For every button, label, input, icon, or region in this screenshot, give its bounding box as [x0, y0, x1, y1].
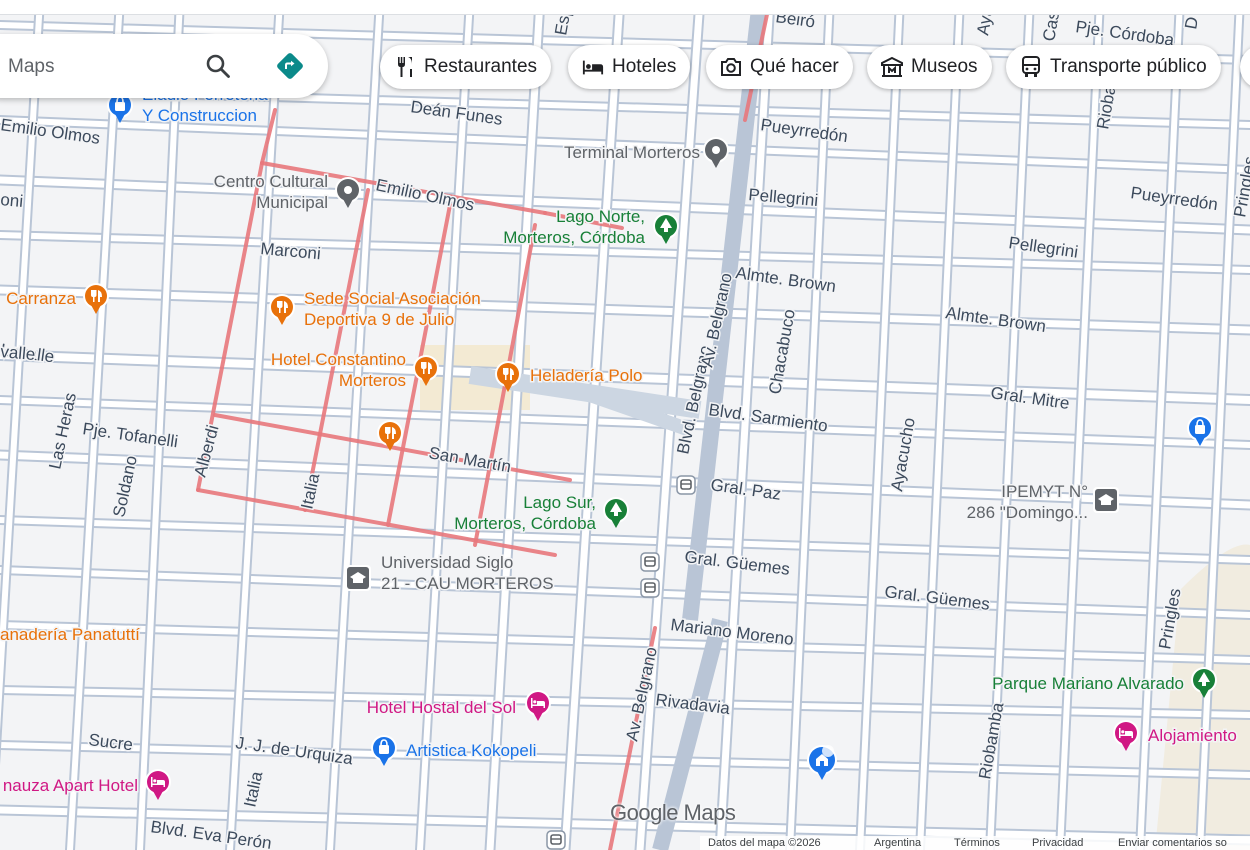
street-label: valle — [0, 342, 36, 364]
chip-transporte-publico[interactable]: Transporte público — [1006, 45, 1221, 89]
footer-terms-link[interactable]: Términos — [954, 837, 1000, 849]
chip-label: Hoteles — [612, 56, 677, 77]
poi-label: Morteros — [339, 371, 406, 390]
poi-label: Morteros, Córdoba — [503, 228, 645, 247]
bed-icon — [582, 56, 604, 78]
poi-label: Hotel Constantino — [271, 350, 406, 369]
search-icon — [206, 54, 230, 78]
poi-label: Y Construccion — [142, 106, 257, 125]
poi-label: Heladería Polo — [530, 366, 642, 385]
poi-label: IPEMYT N° — [1001, 482, 1088, 501]
chip-que-hacer[interactable]: Qué hacer — [706, 45, 853, 89]
poi-label: Hotel Hostal del Sol — [367, 698, 516, 717]
poi-label: Terminal Morteros — [564, 143, 700, 162]
poi-label: Deportiva 9 de Julio — [304, 310, 454, 329]
browser-top-strip — [0, 0, 1250, 15]
chip-label: Museos — [911, 56, 978, 77]
poi-label: Municipal — [256, 193, 328, 212]
poi-label: Morteros, Córdoba — [454, 514, 596, 533]
street-label: oni — [0, 190, 24, 211]
poi-label: Alojamiento — [1148, 726, 1237, 745]
museum-icon — [881, 56, 903, 78]
footer-feedback-link[interactable]: Enviar comentarios so — [1118, 837, 1227, 849]
poi-label: 21 - CAU MORTEROS — [381, 574, 554, 593]
poi-label: Lago Sur, — [523, 493, 596, 512]
map-canvas[interactable]: Beiró Pje. CórdobaDeán FunesPueyrredónEmi… — [0, 0, 1250, 850]
poi-label: Lago Norte, — [556, 207, 645, 226]
chip-label: Restaurantes — [424, 56, 538, 77]
poi-transit[interactable] — [676, 475, 696, 495]
search-button[interactable] — [202, 50, 234, 82]
poi-food[interactable]: anadería Panatuttí — [0, 624, 142, 646]
footer-privacy-link[interactable]: Privacidad — [1032, 837, 1083, 849]
bus-icon — [676, 475, 696, 495]
poi-label: 286 "Domingo... — [967, 503, 1088, 522]
poi-label: nauza Apart Hotel — [3, 776, 138, 795]
google-maps-logo: Google Maps — [610, 800, 736, 825]
chip-label: Transporte público — [1050, 56, 1207, 77]
bus-icon — [1020, 56, 1042, 78]
poi-label: Artistica Kokopeli — [406, 741, 536, 760]
poi-label: Universidad Siglo — [381, 553, 513, 572]
chip-museos[interactable]: Museos — [867, 45, 992, 89]
search-input[interactable] — [6, 52, 170, 82]
poi-label: Centro Cultural — [214, 172, 328, 191]
poi-label: anadería Panatuttí — [0, 625, 140, 644]
camera-icon — [720, 56, 742, 78]
bus-icon — [546, 830, 566, 850]
bus-icon — [640, 578, 660, 598]
bus-icon — [640, 552, 660, 572]
fork-knife-icon — [394, 56, 416, 78]
directions-icon — [277, 53, 303, 79]
directions-button[interactable] — [272, 48, 308, 84]
poi-transit[interactable] — [640, 578, 660, 598]
poi-transit[interactable] — [546, 830, 566, 850]
poi-transit[interactable] — [640, 552, 660, 572]
chip-restaurantes[interactable]: Restaurantes — [380, 45, 552, 89]
search-box — [0, 34, 328, 98]
chip-label: Qué hacer — [750, 56, 839, 77]
poi-label: Carranza — [6, 289, 76, 308]
footer-country-link[interactable]: Argentina — [874, 837, 921, 849]
poi-label: Sede Social Asociación — [304, 289, 481, 308]
map-data-credit: Datos del mapa ©2026 — [708, 837, 821, 849]
poi-label: Parque Mariano Alvarado — [992, 674, 1184, 693]
chip-hoteles[interactable]: Hoteles — [568, 45, 691, 89]
